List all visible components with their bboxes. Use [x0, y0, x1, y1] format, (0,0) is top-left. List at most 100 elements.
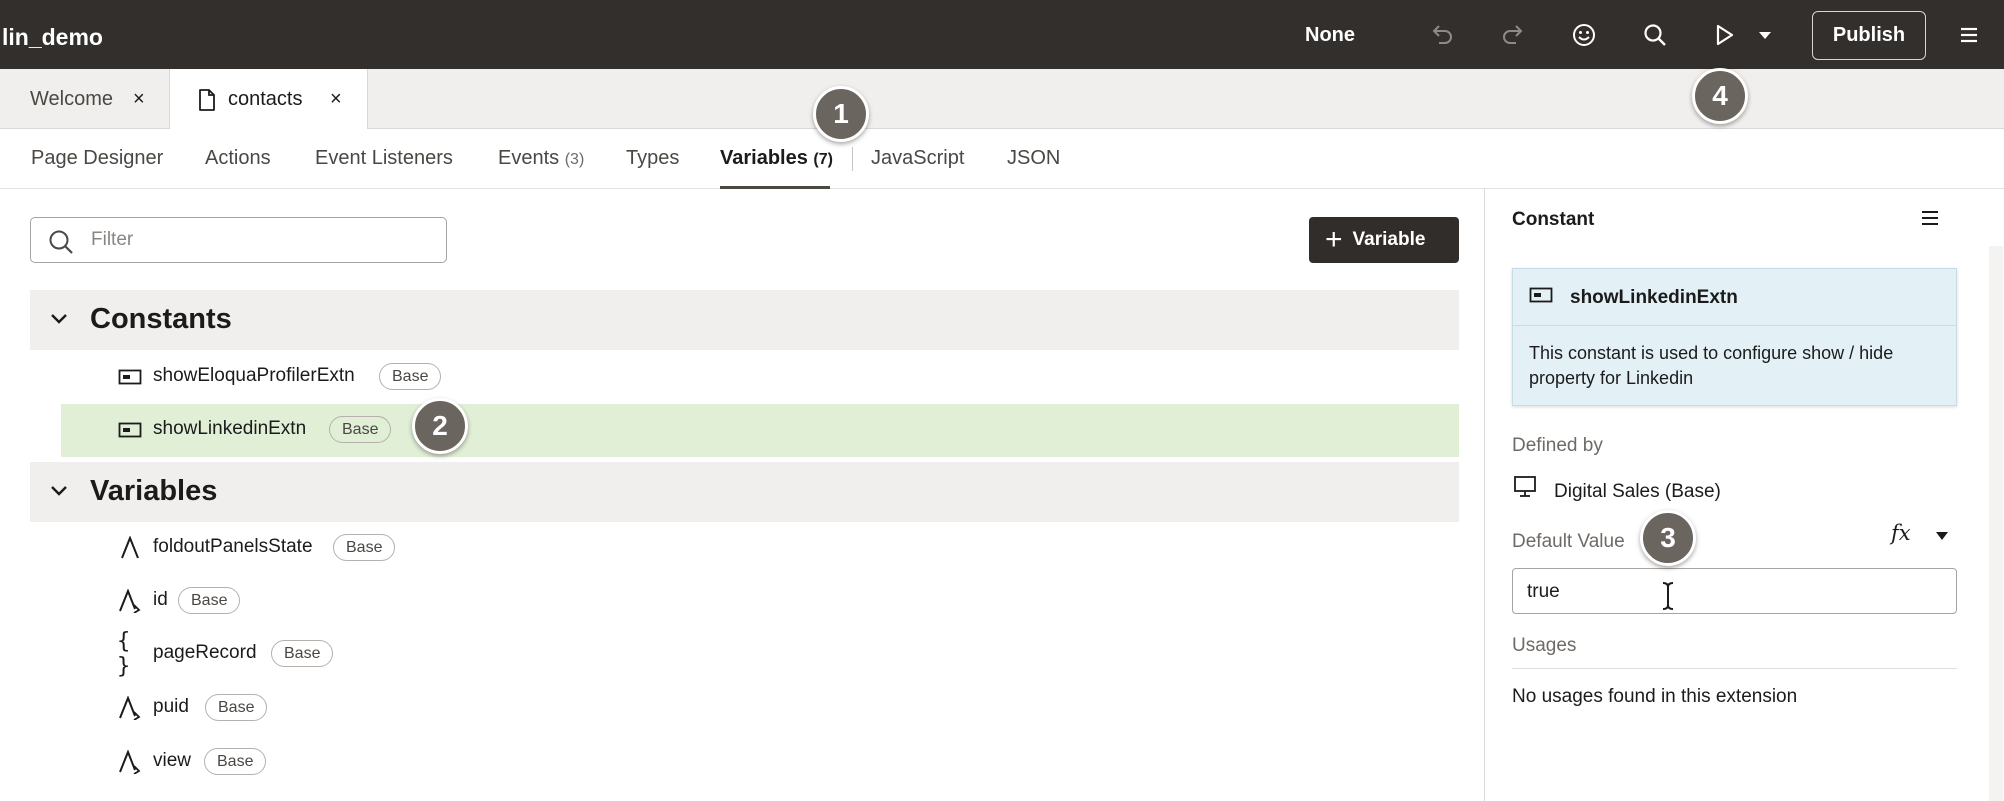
caret-down-icon[interactable]	[1934, 529, 1950, 548]
constant-icon	[117, 365, 143, 389]
undo-icon[interactable]	[1427, 20, 1457, 50]
base-badge: Base	[178, 587, 241, 614]
tab-actions[interactable]: Actions	[205, 147, 271, 170]
designer-tabs: Page Designer Actions Event Listeners Ev…	[0, 129, 2004, 189]
defined-by-label: Defined by	[1512, 435, 1603, 456]
string-key-type-icon	[117, 589, 143, 613]
list-item-selected[interactable]: showLinkedinExtn Base	[61, 404, 1459, 457]
list-item[interactable]: puid Base	[30, 682, 1459, 734]
tab-count: (7)	[813, 151, 833, 168]
doc-tab-contacts[interactable]: contacts ×	[170, 69, 368, 130]
card-description: This constant is used to configure show …	[1529, 343, 1894, 388]
list-item[interactable]: foldoutPanelsState Base	[30, 522, 1459, 574]
doc-tab-welcome[interactable]: Welcome ×	[0, 69, 170, 129]
base-badge: Base	[329, 416, 392, 443]
scrollbar[interactable]	[1989, 246, 2003, 801]
tab-label: Actions	[205, 147, 271, 169]
section-header-variables[interactable]: Variables	[30, 462, 1459, 522]
base-badge: Base	[271, 640, 334, 667]
tab-events[interactable]: Events (3)	[498, 147, 584, 170]
defined-by-value: Digital Sales (Base)	[1554, 481, 1721, 502]
string-key-type-icon	[117, 696, 143, 720]
chevron-down-icon[interactable]	[48, 308, 70, 335]
string-type-icon	[117, 536, 143, 560]
tab-javascript[interactable]: JavaScript	[871, 147, 964, 170]
constant-info-card: showLinkedinExtn This constant is used t…	[1512, 268, 1957, 406]
callout-marker: 2	[412, 398, 468, 454]
item-name: view	[153, 750, 192, 771]
hamburger-menu-icon[interactable]	[1919, 207, 1941, 234]
play-icon[interactable]	[1709, 20, 1739, 50]
panel-title: Constant	[1512, 209, 1595, 230]
base-badge: Base	[379, 363, 442, 390]
list-item[interactable]: id Base	[30, 575, 1459, 627]
card-name: showLinkedinExtn	[1570, 287, 1738, 308]
hamburger-menu-icon[interactable]	[1954, 20, 1984, 50]
tab-variables[interactable]: Variables (7)	[720, 147, 833, 170]
expression-button[interactable]: fx	[1891, 521, 1911, 545]
usages-label: Usages	[1512, 635, 1577, 656]
section-title: Variables	[90, 475, 218, 507]
default-value-input[interactable]	[1527, 580, 1927, 604]
list-item[interactable]: view Base	[30, 736, 1459, 788]
close-icon[interactable]: ×	[330, 88, 342, 111]
monitor-icon	[1512, 474, 1538, 505]
publish-button[interactable]: Publish	[1812, 11, 1926, 60]
callout-marker: 4	[1692, 68, 1748, 124]
chevron-down-icon[interactable]	[48, 480, 70, 507]
search-icon	[47, 228, 75, 261]
caret-down-icon[interactable]	[1750, 20, 1780, 50]
list-item[interactable]: { } pageRecord Base	[30, 628, 1459, 680]
tab-types[interactable]: Types	[626, 147, 679, 170]
search-icon[interactable]	[1640, 20, 1670, 50]
close-icon[interactable]: ×	[133, 88, 145, 111]
constant-icon	[1529, 287, 1553, 308]
text-cursor-icon	[1661, 581, 1675, 616]
usages-empty-text: No usages found in this extension	[1512, 686, 1798, 707]
tab-label: Events	[498, 147, 560, 169]
base-badge: Base	[204, 748, 267, 775]
page-file-icon	[198, 88, 216, 111]
redo-icon[interactable]	[1498, 20, 1528, 50]
tab-label: Variables	[720, 147, 808, 169]
add-variable-button[interactable]: + Variable	[1309, 217, 1459, 263]
filter-field[interactable]	[30, 217, 447, 263]
active-tab-indicator	[720, 186, 830, 189]
section-header-constants[interactable]: Constants	[30, 290, 1459, 350]
tab-page-designer[interactable]: Page Designer	[31, 147, 163, 170]
tab-divider	[852, 147, 853, 171]
mode-selector[interactable]: None	[1305, 24, 1355, 47]
section-title: Constants	[90, 303, 232, 335]
list-item[interactable]: showEloquaProfilerExtn Base	[30, 351, 1459, 403]
item-name: pageRecord	[153, 642, 257, 663]
object-type-icon: { }	[117, 629, 131, 679]
tab-label: JSON	[1007, 147, 1061, 169]
tab-label: JavaScript	[871, 147, 965, 169]
callout-marker: 1	[813, 86, 869, 142]
constant-icon	[117, 418, 143, 442]
item-name: id	[153, 589, 168, 610]
item-name: showLinkedinExtn	[153, 418, 307, 439]
add-variable-label: Variable	[1352, 229, 1426, 250]
tab-json[interactable]: JSON	[1007, 147, 1060, 170]
base-badge: Base	[333, 534, 396, 561]
callout-marker: 3	[1640, 510, 1696, 566]
filter-input[interactable]	[91, 228, 431, 252]
item-name: foldoutPanelsState	[153, 536, 313, 557]
doc-tab-label: contacts	[228, 88, 303, 110]
item-name: showEloquaProfilerExtn	[153, 365, 355, 386]
string-key-type-icon	[117, 750, 143, 774]
plus-icon: +	[1325, 223, 1343, 256]
default-value-label: Default Value	[1512, 531, 1625, 552]
properties-panel: Constant showLinkedinExtn This constant …	[1484, 189, 2004, 801]
tab-label: Page Designer	[31, 147, 164, 169]
smiley-icon[interactable]	[1569, 20, 1599, 50]
doc-tab-label: Welcome	[30, 87, 113, 110]
tab-event-listeners[interactable]: Event Listeners	[315, 147, 453, 170]
app-title: lin_demo	[2, 24, 103, 50]
item-name: puid	[153, 696, 189, 717]
tab-label: Types	[626, 147, 680, 169]
top-header: lin_demo None Publish	[0, 0, 2004, 69]
base-badge: Base	[205, 694, 268, 721]
default-value-field[interactable]	[1512, 568, 1957, 614]
